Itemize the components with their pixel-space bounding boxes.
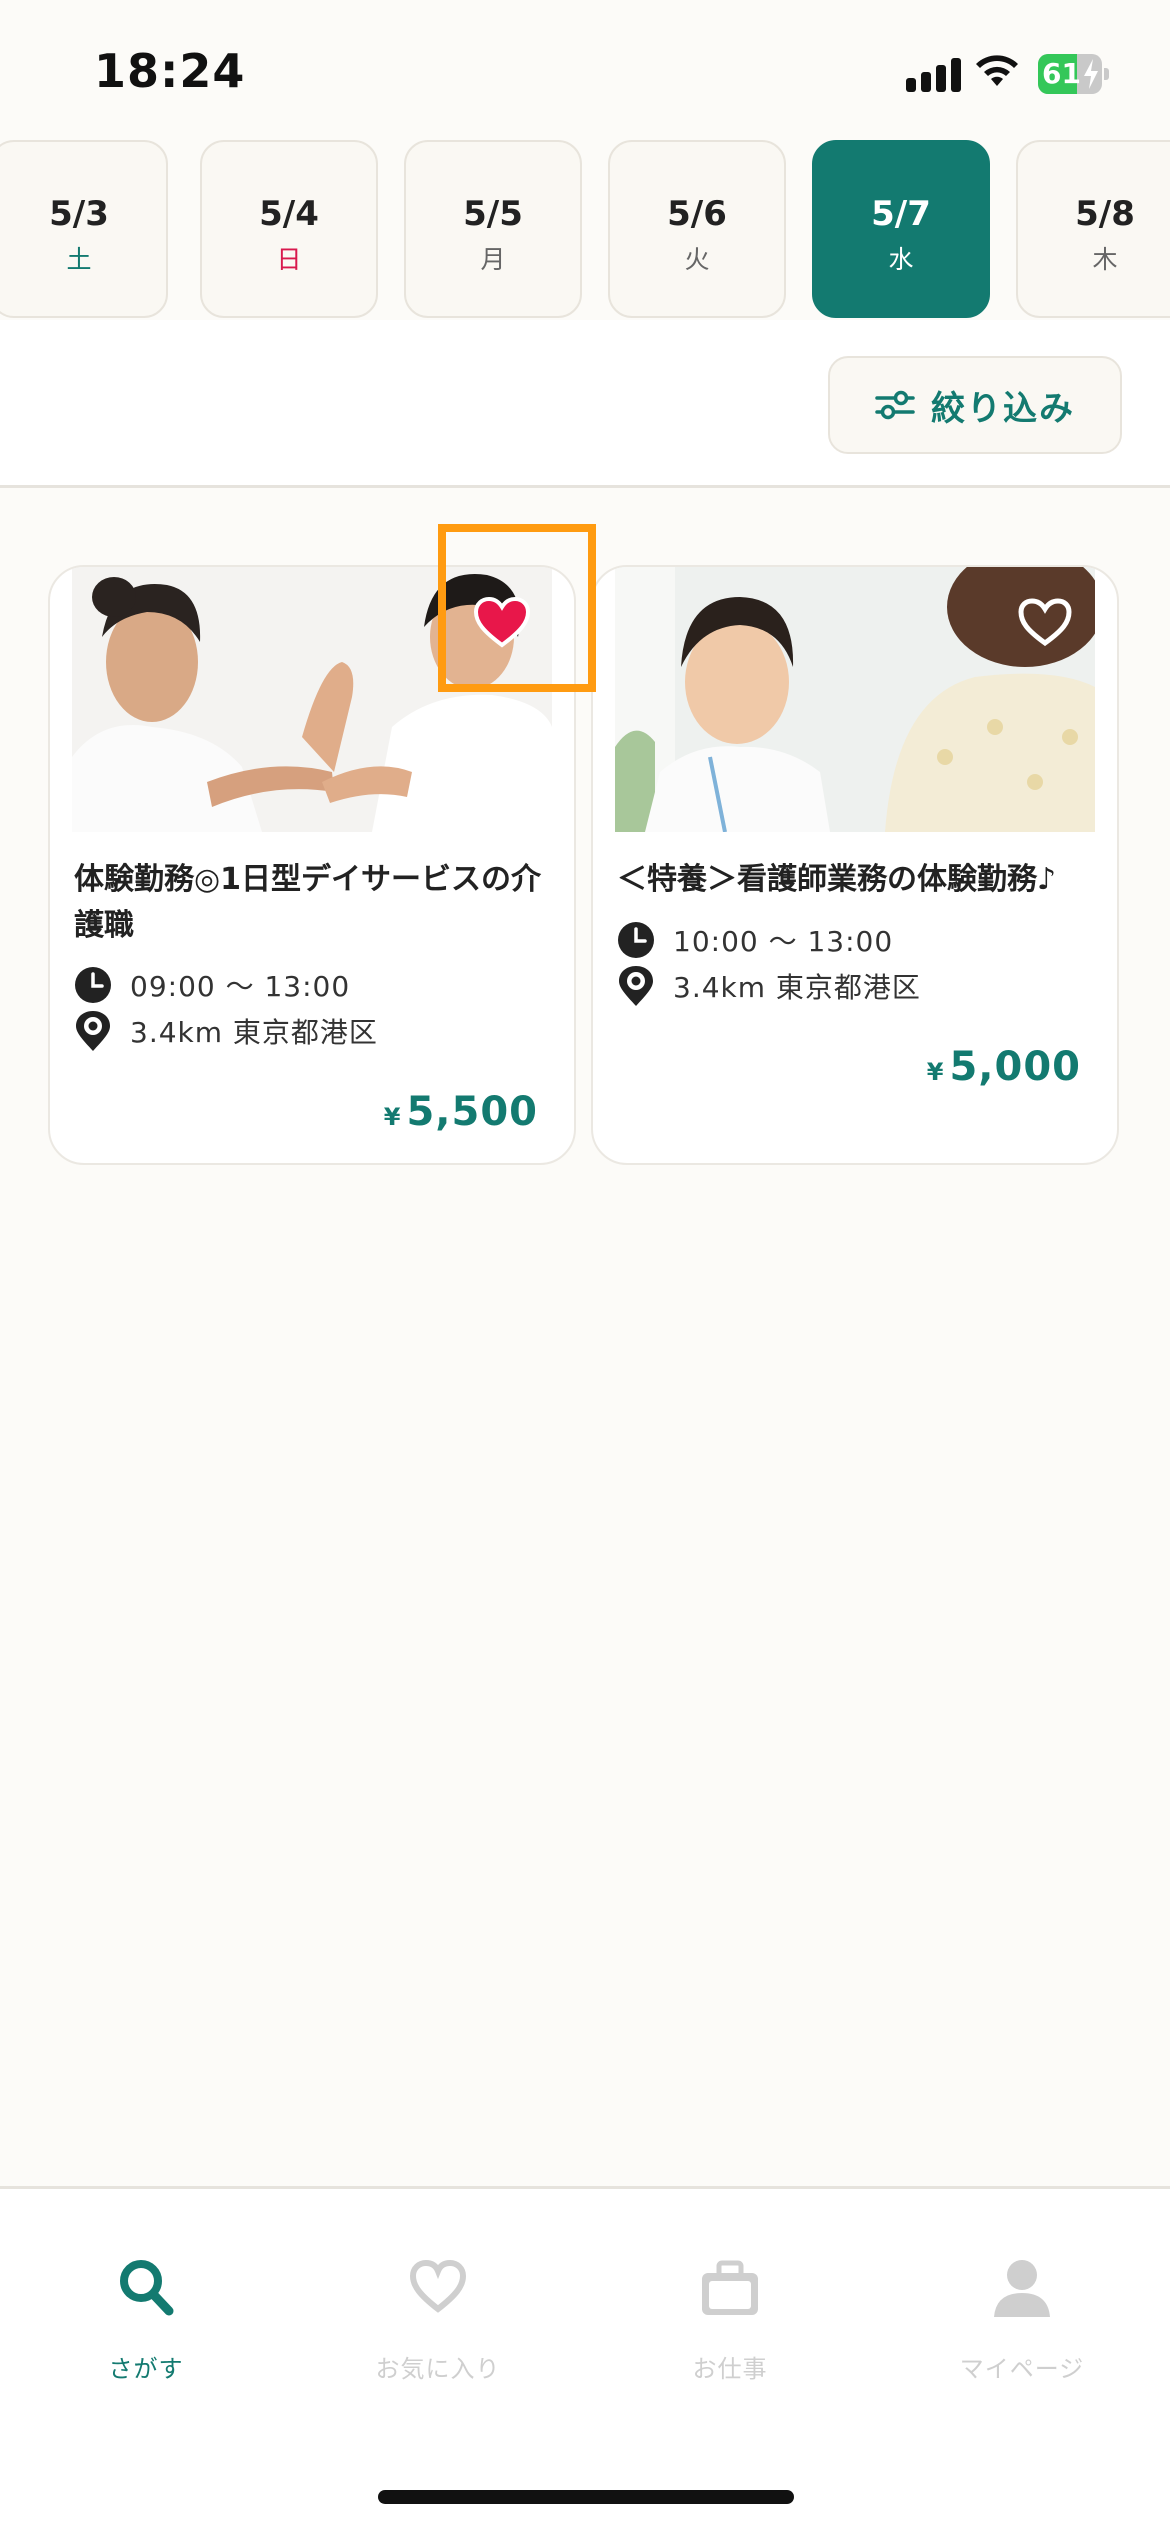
heart-filled-icon xyxy=(473,596,531,648)
date-item[interactable]: 5/6 火 xyxy=(608,140,786,318)
currency-symbol: ¥ xyxy=(926,1058,944,1086)
search-icon xyxy=(120,2260,174,2316)
person-icon xyxy=(994,2260,1050,2317)
date-number: 5/3 xyxy=(49,194,109,234)
date-number: 5/5 xyxy=(463,194,523,234)
job-time-row: 09:00 〜 13:00 xyxy=(74,965,350,1005)
job-price: ¥ 5,500 xyxy=(384,1089,538,1135)
date-weekday: 火 xyxy=(684,245,710,274)
date-weekday: 土 xyxy=(66,245,92,274)
date-number: 5/4 xyxy=(259,194,319,234)
nav-label: さがす xyxy=(108,2355,184,2383)
date-item[interactable]: 5/5 月 xyxy=(404,140,582,318)
heart-outline-icon xyxy=(1018,598,1072,647)
job-time: 09:00 〜 13:00 xyxy=(130,970,351,1003)
job-price: ¥ 5,000 xyxy=(927,1044,1081,1090)
date-item-selected[interactable]: 5/7 水 xyxy=(812,140,990,318)
price-value: 5,500 xyxy=(406,1089,538,1135)
signal-icon xyxy=(906,56,962,92)
bottom-nav: さがす お気に入り お仕事 マイページ xyxy=(0,2186,1170,2532)
clock-icon xyxy=(75,967,111,1003)
job-time: 10:00 〜 13:00 xyxy=(673,925,894,958)
date-weekday: 木 xyxy=(1092,245,1118,274)
nav-item-mypage[interactable]: マイページ xyxy=(876,2189,1168,2409)
job-location: 3.4km 東京都港区 xyxy=(130,1016,378,1049)
nav-item-jobs[interactable]: お仕事 xyxy=(584,2189,876,2409)
job-location-row: 3.4km 東京都港区 xyxy=(74,1010,378,1052)
date-weekday: 水 xyxy=(888,245,914,274)
job-card[interactable]: 体験勤務◎1日型デイサービスの介護職 09:00 〜 13:00 3.4km 東… xyxy=(48,565,576,1165)
nav-label: お気に入り xyxy=(375,2355,501,2383)
location-pin-icon xyxy=(619,966,653,1006)
wifi-icon xyxy=(976,55,1018,86)
filter-bar: 絞り込み xyxy=(0,320,1170,488)
nav-label: マイページ xyxy=(959,2355,1085,2383)
nav-item-favorites[interactable]: お気に入り xyxy=(292,2189,584,2409)
status-bar: 18:24 61 xyxy=(0,0,1170,140)
status-time: 18:24 xyxy=(94,44,246,98)
home-indicator xyxy=(378,2490,794,2504)
job-title: ＜特養＞看護師業務の体験勤務♪ xyxy=(617,862,1057,897)
date-item[interactable]: 5/8 木 xyxy=(1016,140,1170,318)
filter-button[interactable]: 絞り込み xyxy=(828,356,1122,454)
date-selector: 5/3 土 5/4 日 5/5 月 5/6 火 5/7 水 5/8 木 xyxy=(0,140,1170,320)
date-item[interactable]: 5/4 日 xyxy=(200,140,378,318)
nav-item-search[interactable]: さがす xyxy=(0,2189,292,2409)
nav-label: お仕事 xyxy=(692,2355,768,2383)
favorite-button[interactable] xyxy=(467,587,537,657)
date-weekday: 月 xyxy=(480,245,506,274)
favorite-button[interactable] xyxy=(1010,587,1080,657)
job-location-row: 3.4km 東京都港区 xyxy=(617,965,921,1007)
job-location: 3.4km 東京都港区 xyxy=(673,971,921,1004)
filter-label: 絞り込み xyxy=(931,388,1075,429)
job-time-row: 10:00 〜 13:00 xyxy=(617,920,893,960)
date-number: 5/8 xyxy=(1075,194,1135,234)
briefcase-icon xyxy=(702,2260,758,2315)
price-value: 5,000 xyxy=(949,1044,1081,1090)
date-item[interactable]: 5/3 土 xyxy=(0,140,168,318)
heart-icon xyxy=(409,2259,467,2313)
sliders-icon xyxy=(875,390,915,420)
date-number: 5/7 xyxy=(871,194,931,234)
currency-symbol: ¥ xyxy=(383,1103,401,1131)
location-pin-icon xyxy=(76,1011,110,1051)
job-card[interactable]: ＜特養＞看護師業務の体験勤務♪ 10:00 〜 13:00 3.4km 東京都港… xyxy=(591,565,1119,1165)
date-number: 5/6 xyxy=(667,194,727,234)
date-weekday: 日 xyxy=(276,245,302,274)
clock-icon xyxy=(618,922,654,958)
battery-charging-icon: 61 xyxy=(1038,54,1109,94)
job-title: 体験勤務◎1日型デイサービスの介護職 xyxy=(74,862,542,943)
